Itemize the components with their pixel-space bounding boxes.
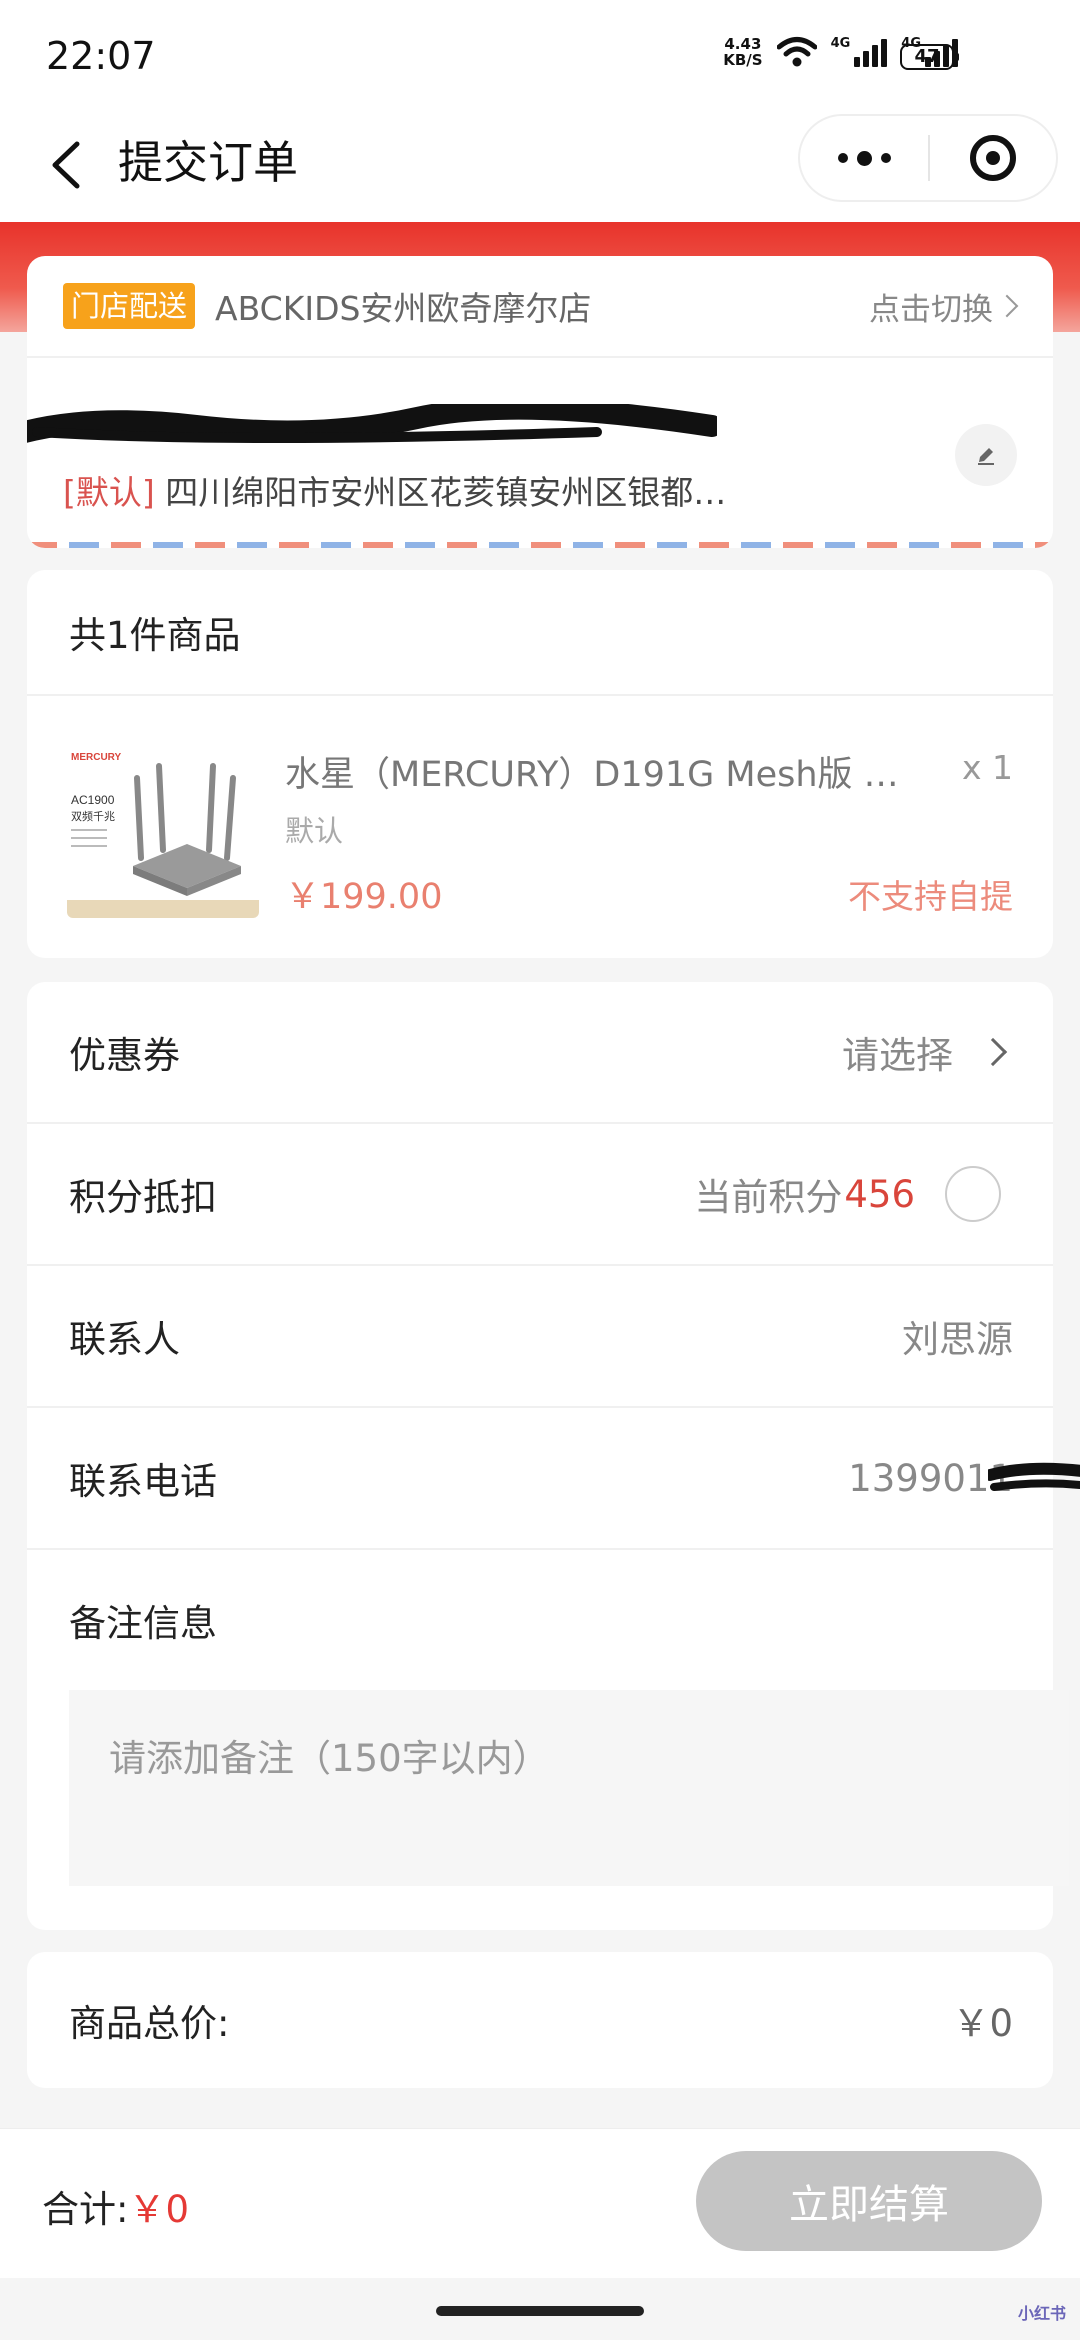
sum: 合计:￥0 [42, 2179, 189, 2233]
target-icon [970, 135, 1016, 181]
phone-row[interactable]: 联系电话 1399011 [27, 1408, 1080, 1550]
battery-icon: 47 [900, 44, 959, 70]
address-body[interactable]: [默认] 四川绵阳市安州区花荄镇安州区银都… [27, 358, 1053, 548]
address-text: 四川绵阳市安州区花荄镇安州区银都… [165, 473, 727, 512]
pencil-icon [978, 448, 994, 465]
miniprogram-capsule [798, 114, 1058, 202]
back-button[interactable] [36, 130, 96, 200]
product-name: 水星（MERCURY）D191G Mesh版 … [285, 755, 899, 795]
back-arrow-icon [52, 141, 80, 189]
redacted-name-scribble [27, 404, 717, 443]
wifi-icon [776, 37, 817, 67]
edit-address-button[interactable] [955, 424, 1017, 486]
store-delivery-tag: 门店配送 [63, 283, 196, 329]
product-price: ￥199.00 [285, 877, 443, 917]
watermark-logo: 小红书 [1017, 2304, 1066, 2323]
goods-card: 共1件商品 MERCURY AC1900 双频千兆 水星（MERCURY）D19… [27, 570, 1053, 958]
switch-store-label: 点击切换 [869, 291, 993, 328]
signal-bars-icon [854, 37, 888, 67]
points-toggle-radio[interactable] [945, 1166, 1001, 1222]
airmail-border [27, 542, 1053, 548]
page-title: 提交订单 [118, 136, 299, 189]
product-image: MERCURY AC1900 双频千兆 [67, 738, 259, 918]
contact-value: 刘思源 [902, 1318, 1013, 1361]
status-bar: 22:07 4.43 KB/S 4G 4G 47 [0, 0, 1080, 110]
goods-count: 共1件商品 [27, 570, 1053, 696]
points-value: 456 [844, 1172, 915, 1216]
address-line: [默认] 四川绵阳市安州区花荄镇安州区银都… [63, 466, 726, 514]
address-card: 门店配送 ABCKIDS安州欧奇摩尔店 点击切换 [默认] 四川绵阳市安州区花荄… [27, 256, 1053, 548]
chevron-right-icon [978, 1037, 1008, 1067]
coupon-label: 优惠券 [69, 1034, 180, 1077]
product-image-brand: MERCURY [71, 752, 122, 763]
remark-label: 备注信息 [69, 1602, 217, 1645]
goods-total-label: 商品总价: [69, 2002, 230, 2045]
total-card: 商品总价: ￥0 [27, 1952, 1053, 2088]
product-quantity: x 1 [961, 748, 1013, 787]
contact-label: 联系人 [69, 1318, 180, 1361]
goods-total-value: ￥0 [952, 2002, 1013, 2045]
signal-label-1: 4G [830, 36, 851, 51]
coupon-row[interactable]: 优惠券 请选择 [27, 982, 1053, 1124]
store-row: 门店配送 ABCKIDS安州欧奇摩尔店 点击切换 [27, 256, 1053, 358]
goods-item[interactable]: MERCURY AC1900 双频千兆 水星（MERCURY）D191G Mes… [27, 696, 1053, 958]
coupon-value: 请选择 [842, 1034, 953, 1077]
status-time: 22:07 [46, 34, 156, 78]
close-miniprogram-button[interactable] [930, 135, 1056, 181]
default-address-tag: [默认] [63, 473, 155, 512]
nav-bar: 提交订单 [0, 110, 1080, 222]
pickup-status: 不支持自提 [848, 877, 1013, 916]
points-label: 积分抵扣 [69, 1176, 217, 1219]
store-name: ABCKIDS安州欧奇摩尔店 [215, 289, 592, 328]
contact-row[interactable]: 联系人 刘思源 [27, 1266, 1053, 1408]
phone-label: 联系电话 [69, 1460, 217, 1503]
network-speed-value: 4.43 [724, 35, 762, 53]
points-prefix: 当前积分 [694, 1176, 843, 1219]
redacted-phone-scribble [988, 1462, 1080, 1491]
chevron-right-icon [995, 294, 1019, 318]
network-speed: 4.43 KB/S [723, 36, 762, 68]
home-indicator[interactable] [436, 2306, 644, 2316]
network-speed-unit: KB/S [723, 51, 763, 69]
switch-store-button[interactable]: 点击切换 [869, 284, 1019, 329]
sum-label: 合计: [42, 2188, 129, 2231]
product-spec: 默认 [285, 814, 344, 848]
checkout-bar: 合计:￥0 立即结算 [0, 2128, 1080, 2278]
product-image-desc: 双频千兆 [71, 809, 115, 823]
points-row: 积分抵扣 当前积分 456 [27, 1124, 1053, 1266]
order-form-card: 优惠券 请选择 积分抵扣 当前积分 456 联系人 刘思源 联系电话 13990… [27, 982, 1080, 1930]
more-button[interactable] [800, 116, 928, 200]
remark-input[interactable]: 请添加备注（150字以内） [69, 1690, 1069, 1886]
checkout-button[interactable]: 立即结算 [696, 2151, 1042, 2251]
product-image-model: AC1900 [71, 793, 115, 807]
sum-value: ￥0 [128, 2188, 190, 2231]
battery-level: 47 [914, 46, 940, 67]
